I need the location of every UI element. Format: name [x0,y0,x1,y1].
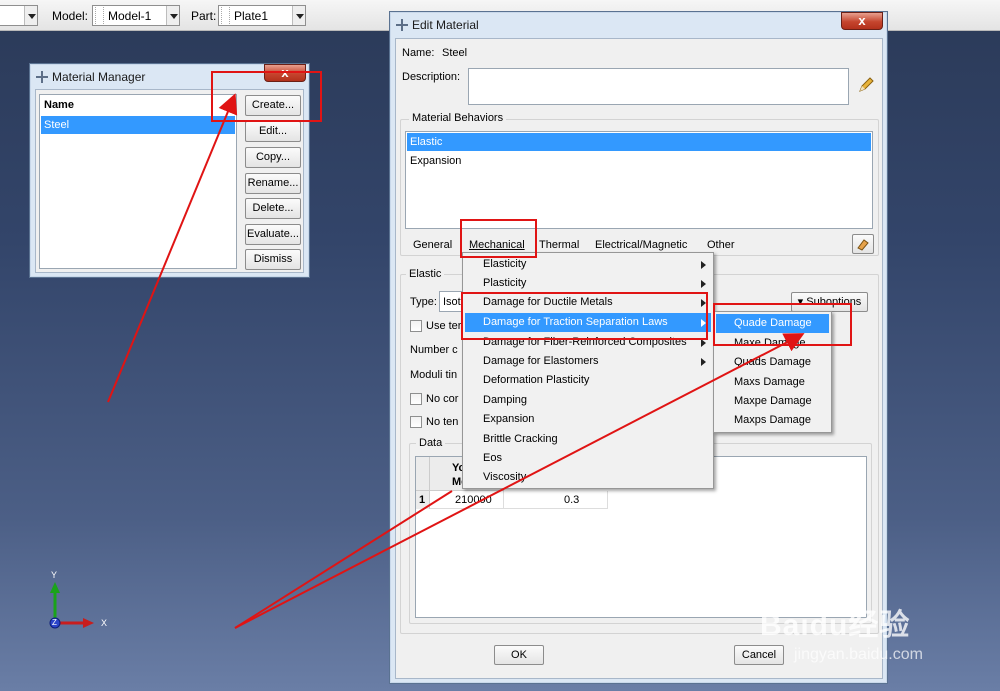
arrow-line-a [234,490,453,629]
arrow-to-create [107,93,238,403]
watermark-url: jingyan.baidu.com [794,646,923,663]
arrow-to-quade [234,333,805,629]
watermark-brand: Baidu经验 [760,609,911,642]
annotation-arrows [107,93,805,629]
